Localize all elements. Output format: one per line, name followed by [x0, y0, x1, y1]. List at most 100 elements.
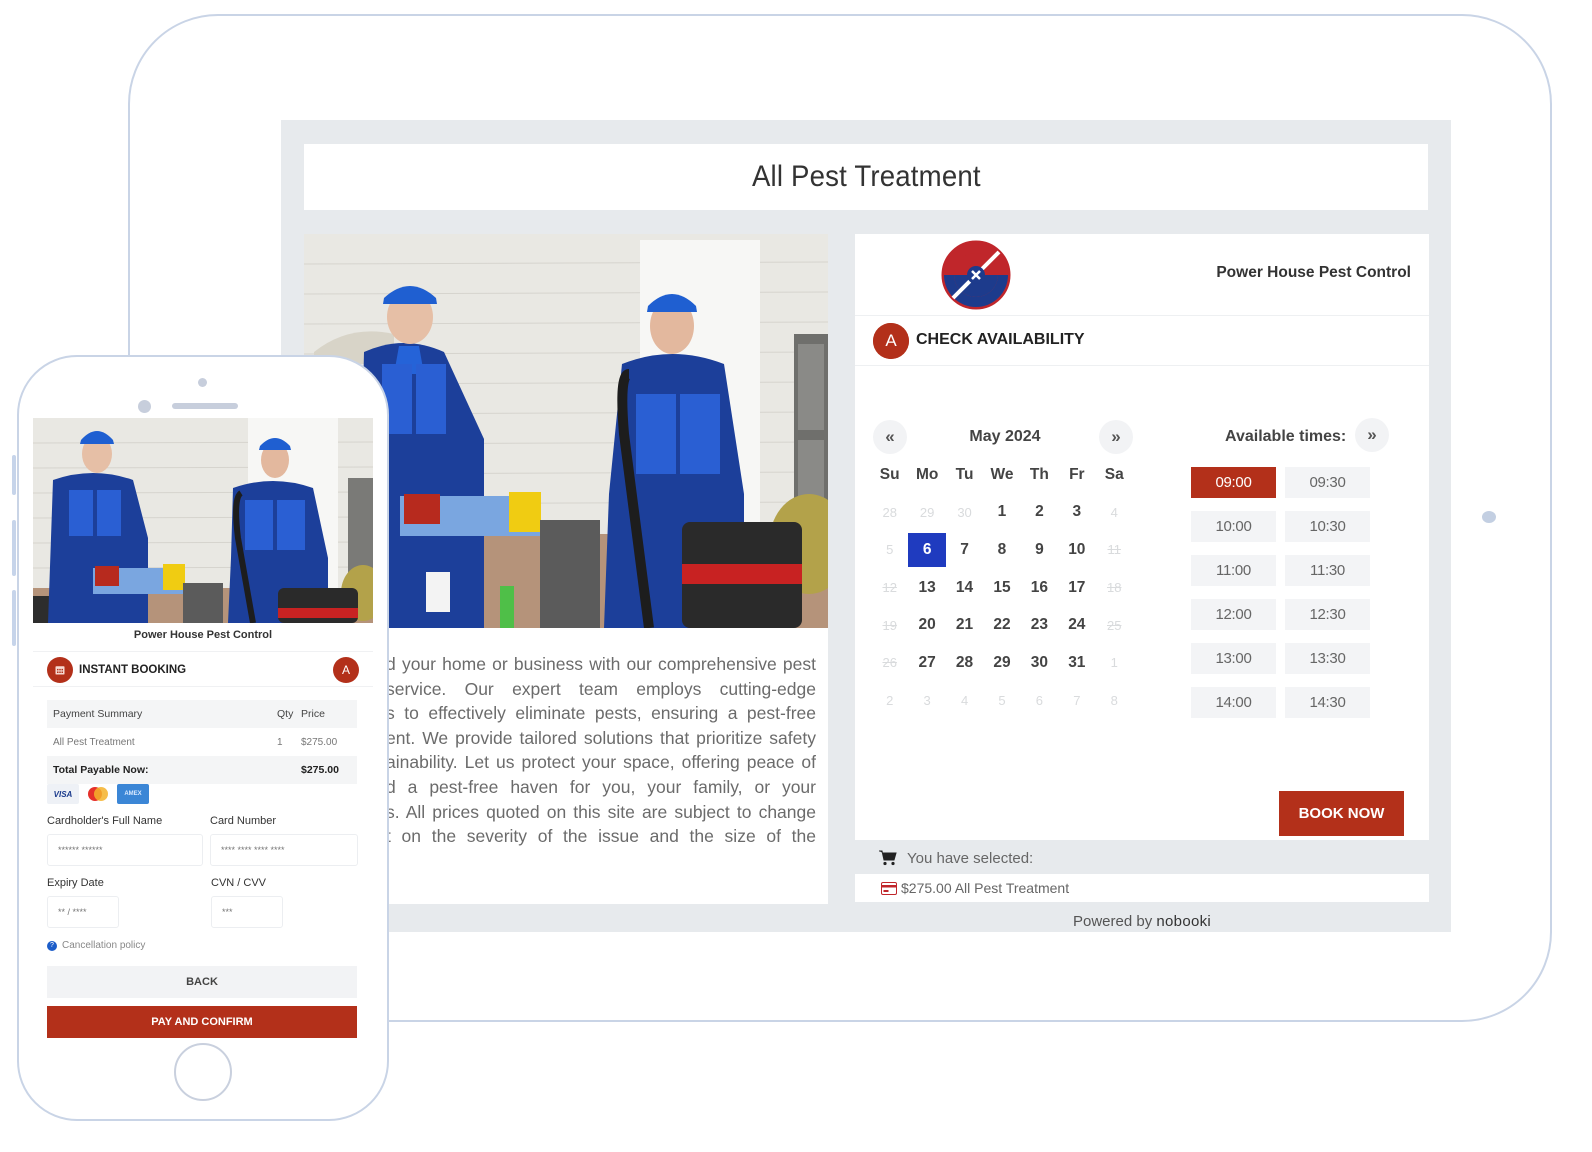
description-line: s to effectively eliminate pests, ensuri…	[386, 703, 816, 724]
calendar-day[interactable]: 1	[983, 495, 1020, 529]
calendar-day: 7	[1073, 692, 1081, 708]
calendar-day: 1	[1110, 655, 1118, 671]
calendar-day[interactable]: 31	[1058, 646, 1095, 680]
calendar-day[interactable]: 30	[1021, 646, 1058, 680]
instant-booking-header: INSTANT BOOKING A	[33, 651, 373, 687]
time-slot[interactable]: 09:30	[1285, 467, 1370, 498]
calendar-day[interactable]: 16	[1021, 571, 1058, 605]
header-price: Price	[301, 708, 325, 720]
calendar-day[interactable]: 7	[946, 533, 983, 567]
expiry-date-input[interactable]	[47, 896, 119, 928]
amex-card-icon: AMEX	[117, 784, 149, 804]
calendar-day-selected[interactable]: 6	[908, 532, 946, 567]
calendar-day: 4	[1110, 504, 1118, 520]
time-slot[interactable]: 14:00	[1191, 687, 1276, 718]
book-now-button[interactable]: BOOK NOW	[1279, 791, 1404, 836]
time-slot[interactable]: 11:00	[1191, 555, 1276, 586]
expiry-date-label: Expiry Date	[47, 877, 104, 889]
calendar-day[interactable]: 27	[908, 646, 945, 680]
calendar-icon	[47, 657, 73, 683]
calendar-week-row: 28 29 30 1 2 3 4	[871, 494, 1133, 532]
description-line: t on the severity of the issue and the s…	[386, 826, 816, 847]
cancellation-policy-link[interactable]: ? Cancellation policy	[47, 940, 145, 951]
weekday-label: We	[990, 465, 1014, 483]
service-description: d your home or business with our compreh…	[386, 652, 816, 849]
powered-by: Powered by nobooki	[1073, 913, 1211, 930]
phone-front-camera	[138, 400, 151, 413]
user-avatar-button[interactable]: A	[873, 323, 909, 359]
time-slot[interactable]: 10:30	[1285, 511, 1370, 542]
calendar-day: 6	[1035, 692, 1044, 708]
calendar-day[interactable]: 8	[983, 533, 1020, 567]
time-slot[interactable]: 11:30	[1285, 555, 1370, 586]
calendar-day[interactable]: 28	[946, 646, 983, 680]
calendar-day[interactable]: 3	[1058, 495, 1095, 529]
info-icon: ?	[47, 940, 57, 951]
calendar-day[interactable]: 29	[983, 646, 1020, 680]
next-month-button[interactable]: »	[1099, 420, 1133, 454]
calendar-day[interactable]: 17	[1058, 571, 1095, 605]
pay-and-confirm-button[interactable]: PAY AND CONFIRM	[47, 1006, 357, 1038]
phone-volume-down	[12, 520, 16, 576]
calendar-day[interactable]: 2	[1021, 495, 1058, 529]
time-slot[interactable]: 13:00	[1191, 643, 1276, 674]
calendar-day[interactable]: 9	[1021, 533, 1058, 567]
check-availability-header: CHECK AVAILABILITY A	[855, 316, 1429, 366]
payment-total-row: Total Payable Now: $275.00	[47, 756, 357, 784]
calendar-day[interactable]: 15	[983, 571, 1020, 605]
payment-line-item: All Pest Treatment 1 $275.00	[47, 728, 357, 756]
calendar-day: 12	[882, 580, 897, 596]
powered-by-prefix: Powered by	[1073, 913, 1153, 930]
time-slot-selected[interactable]: 09:00	[1191, 467, 1276, 498]
selected-label: You have selected:	[907, 849, 1034, 867]
tablet-camera-dot	[1482, 511, 1496, 523]
weekday-header: Su Mo Tu We Th Fr Sa	[871, 456, 1133, 494]
calendar-day[interactable]: 13	[908, 571, 945, 605]
calendar-day[interactable]: 24	[1058, 608, 1095, 642]
time-slot[interactable]: 12:00	[1191, 599, 1276, 630]
phone-volume-up	[12, 455, 16, 495]
phone-speaker	[172, 403, 238, 409]
calendar-day[interactable]: 14	[946, 571, 983, 605]
prev-month-button[interactable]: «	[873, 420, 907, 454]
calendar-week-row: 2 3 4 5 6 7 8	[871, 682, 1133, 720]
header-payment-summary: Payment Summary	[53, 708, 143, 720]
calendar-day: 3	[923, 692, 931, 708]
time-slot[interactable]: 12:30	[1285, 599, 1370, 630]
calendar-day: 5	[886, 542, 894, 558]
description-line: service. Our expert team employs cutting…	[386, 678, 816, 699]
cvv-input[interactable]	[211, 896, 283, 928]
nobooki-brand[interactable]: nobooki	[1156, 913, 1211, 930]
phone-hero-photo	[33, 418, 373, 623]
weekday-label: Mo	[915, 465, 939, 483]
calendar-grid: Su Mo Tu We Th Fr Sa 28 29 30 1 2 3 4 5 6 7 8 9 10 11 12 13 14…	[871, 456, 1133, 719]
weekday-label: Th	[1029, 465, 1049, 483]
mastercard-icon	[85, 784, 111, 804]
phone-home-button[interactable]	[174, 1043, 232, 1101]
weekday-label: Su	[879, 465, 900, 483]
time-slot[interactable]: 13:30	[1285, 643, 1370, 674]
calendar-day[interactable]: 20	[908, 608, 945, 642]
phone-user-avatar-button[interactable]: A	[333, 657, 359, 683]
calendar-day: 4	[960, 692, 969, 708]
calendar-day[interactable]: 22	[983, 608, 1020, 642]
calendar-day[interactable]: 21	[946, 608, 983, 642]
page-title: All Pest Treatment	[751, 160, 981, 193]
calendar-day[interactable]: 10	[1058, 533, 1095, 567]
next-times-button[interactable]: »	[1355, 418, 1389, 452]
section-title: CHECK AVAILABILITY	[916, 331, 1085, 348]
time-slot[interactable]: 14:30	[1285, 687, 1370, 718]
cardholder-name-input[interactable]	[47, 834, 203, 866]
phone-side-button	[12, 590, 16, 646]
accepted-cards: VISA AMEX	[47, 784, 149, 804]
calendar-day: 8	[1110, 692, 1118, 708]
item-name: All Pest Treatment	[53, 736, 135, 748]
phone-screen: Power House Pest Control INSTANT BOOKING…	[33, 418, 373, 1040]
back-button[interactable]: BACK	[47, 966, 357, 998]
calendar-day[interactable]: 23	[1021, 608, 1058, 642]
time-slot[interactable]: 10:00	[1191, 511, 1276, 542]
card-number-input[interactable]	[210, 834, 358, 866]
item-qty: 1	[277, 736, 283, 748]
phone-business-name: Power House Pest Control	[133, 629, 273, 641]
calendar-day: 30	[957, 504, 972, 520]
